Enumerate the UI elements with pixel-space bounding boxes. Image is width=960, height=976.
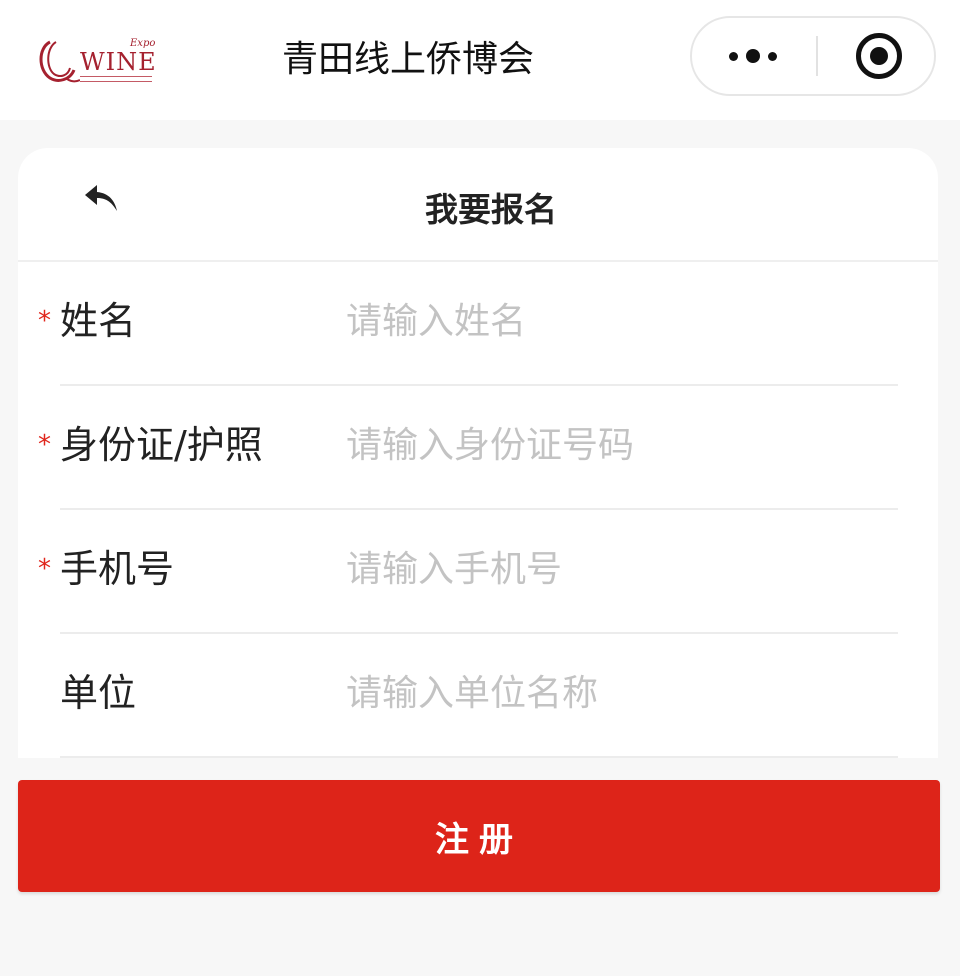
mini-program-capsule [690, 16, 936, 96]
logo-q-mark [39, 40, 80, 83]
required-asterisk: * [38, 430, 51, 460]
id-passport-input[interactable] [346, 416, 906, 474]
dot [746, 49, 760, 63]
name-label: 姓名 [60, 299, 137, 343]
app-title: 青田线上侨博会 [282, 39, 535, 80]
organization-field: 单位 [18, 634, 938, 758]
register-button[interactable]: 注册 [18, 780, 940, 892]
id-passport-label: 身份证/护照 [60, 423, 263, 467]
more-dots-icon[interactable] [692, 18, 814, 94]
phone-label: 手机号 [60, 547, 175, 591]
registration-card: 我要报名 * 姓名 * 身份证/护照 * 手机号 单位 [18, 148, 938, 758]
page-title: 我要报名 [425, 190, 557, 229]
required-asterisk: * [38, 554, 51, 584]
dot [729, 51, 738, 61]
id-passport-field: * 身份证/护照 [18, 386, 938, 510]
logo-wordmark: WINE [80, 48, 157, 76]
dot [768, 51, 777, 61]
capsule-divider [816, 36, 818, 76]
top-bar: Expo WINE 青田线上侨博会 [0, 0, 960, 120]
qwine-logo: Expo WINE [36, 34, 160, 90]
logo-subtitle-lines [80, 76, 152, 82]
target-close-icon[interactable] [856, 33, 902, 79]
organization-label: 单位 [60, 671, 137, 715]
required-asterisk: * [38, 306, 51, 336]
name-input[interactable] [346, 292, 906, 350]
phone-field: * 手机号 [18, 510, 938, 634]
name-field: * 姓名 [18, 262, 938, 386]
field-divider [60, 756, 898, 758]
phone-input[interactable] [346, 540, 906, 598]
organization-input[interactable] [346, 664, 906, 722]
